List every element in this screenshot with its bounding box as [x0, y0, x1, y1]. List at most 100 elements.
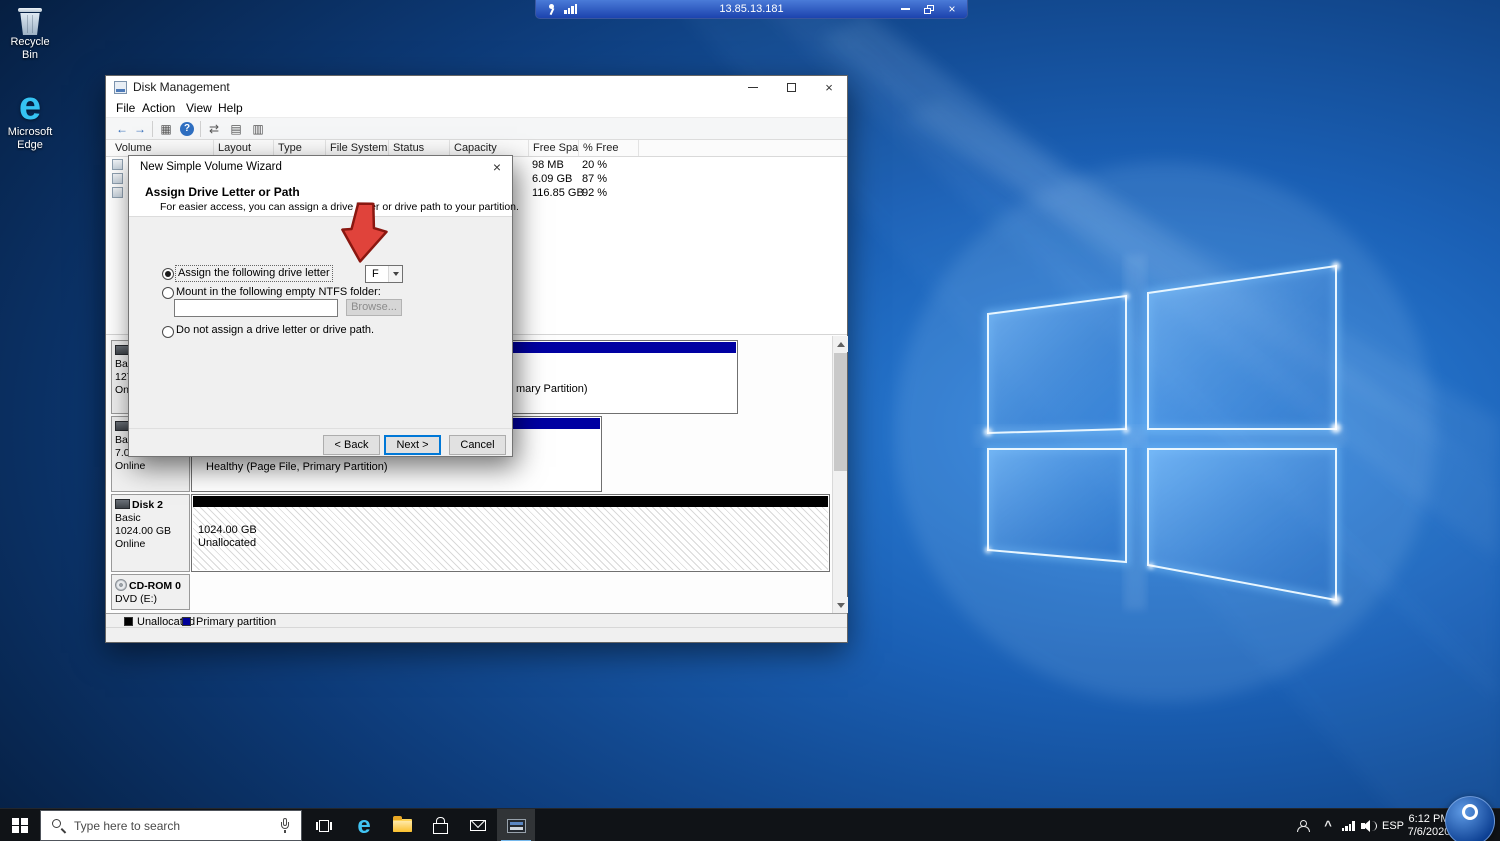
rdp-restore-button[interactable]: [919, 2, 939, 16]
task-view-button[interactable]: [304, 809, 344, 841]
disk-size: 1024.00 GB: [115, 525, 189, 538]
unallocated-strip: [193, 496, 828, 507]
disk2-unallocated-region[interactable]: 1024.00 GB Unallocated: [191, 494, 830, 572]
rdp-minimize-button[interactable]: [895, 2, 915, 16]
search-input[interactable]: [74, 819, 273, 833]
mount-path-input[interactable]: [174, 299, 338, 317]
col-volume[interactable]: Volume: [111, 140, 214, 156]
properties-icon[interactable]: ▤: [228, 121, 244, 137]
menu-help[interactable]: Help: [218, 101, 243, 115]
close-icon: ×: [825, 81, 833, 94]
unallocated-label: Unallocated: [198, 537, 256, 550]
people-icon: [1295, 820, 1309, 832]
col-free-space[interactable]: Free Spa...: [529, 140, 579, 156]
edge-icon: e: [357, 814, 370, 838]
desktop: Recycle Bin e Microsoft Edge 13.85.13.18…: [0, 0, 1500, 841]
chevron-down-icon[interactable]: [388, 266, 402, 282]
dialog-titlebar[interactable]: New Simple Volume Wizard ×: [129, 156, 512, 179]
disk-management-icon: [507, 819, 526, 833]
network-icon: [1342, 821, 1355, 831]
desktop-icon-microsoft-edge[interactable]: e Microsoft Edge: [2, 86, 58, 152]
window-maximize-button[interactable]: [772, 76, 810, 98]
disk-management-app-icon: [114, 81, 127, 94]
taskbar-store-button[interactable]: [421, 809, 459, 841]
menu-file[interactable]: File: [116, 101, 135, 115]
people-button[interactable]: [1288, 809, 1316, 841]
taskbar-disk-management-button[interactable]: [497, 809, 535, 841]
window-title: Disk Management: [133, 80, 230, 94]
network-button[interactable]: [1338, 809, 1358, 841]
rdp-close-button[interactable]: ×: [942, 2, 962, 16]
console-icon[interactable]: ▥: [250, 121, 266, 137]
pct-free-value: 87 %: [582, 173, 607, 185]
speaker-icon: [1361, 820, 1378, 832]
volume-icon: [112, 173, 123, 184]
edge-icon: e: [2, 86, 58, 126]
back-icon[interactable]: ←: [114, 121, 130, 137]
refresh-icon[interactable]: ⇄: [206, 121, 222, 137]
radio-mount-label[interactable]: Mount in the following empty NTFS folder…: [176, 286, 381, 299]
taskbar-search[interactable]: [40, 810, 302, 841]
browse-button[interactable]: Browse...: [346, 299, 402, 316]
mail-icon: [470, 820, 486, 831]
volume-icon: [112, 187, 123, 198]
forward-icon[interactable]: →: [132, 121, 148, 137]
radio-none-label[interactable]: Do not assign a drive letter or drive pa…: [176, 324, 374, 337]
menu-view[interactable]: View: [186, 101, 212, 115]
help-icon[interactable]: ?: [180, 122, 194, 136]
radio-mount-ntfs-folder[interactable]: [162, 287, 174, 299]
partition-status-text: mary Partition): [516, 383, 588, 396]
rdp-connection-bar[interactable]: 13.85.13.181 ×: [535, 0, 968, 19]
free-space-value: 98 MB: [532, 159, 564, 171]
taskbar-edge-button[interactable]: e: [345, 809, 383, 841]
status-bar: [106, 627, 847, 642]
taskbar-mail-button[interactable]: [459, 809, 497, 841]
scrollbar-thumb[interactable]: [834, 353, 847, 471]
task-view-icon: [316, 820, 332, 832]
cancel-button[interactable]: Cancel: [449, 435, 506, 455]
col-status[interactable]: Status: [389, 140, 450, 156]
recycle-bin-icon: [17, 6, 43, 36]
list-view-icon[interactable]: ▦: [158, 121, 174, 137]
partition-status-text: Healthy (Page File, Primary Partition): [206, 461, 388, 474]
scroll-down-button[interactable]: [833, 597, 848, 613]
watermark-bubble: [1445, 796, 1495, 841]
taskbar-file-explorer-button[interactable]: [383, 809, 421, 841]
wizard-description: For easier access, you can assign a driv…: [160, 201, 519, 214]
new-simple-volume-wizard-dialog: New Simple Volume Wizard × Assign Drive …: [128, 155, 513, 457]
radio-assign-label[interactable]: Assign the following drive letter: [176, 266, 332, 281]
drive-letter-value: F: [372, 268, 379, 280]
menu-action[interactable]: Action: [142, 101, 175, 115]
windows-logo-icon: [12, 818, 28, 834]
edge-label: Microsoft Edge: [2, 126, 58, 152]
desktop-icon-recycle-bin[interactable]: Recycle Bin: [4, 6, 56, 62]
bubble-ring-icon: [1462, 804, 1478, 820]
menu-bar: File Action View Help: [106, 98, 847, 118]
pane-scrollbar[interactable]: [832, 336, 847, 613]
dialog-close-button[interactable]: ×: [482, 156, 512, 179]
col-file-system[interactable]: File System: [326, 140, 389, 156]
radio-assign-drive-letter[interactable]: [162, 268, 174, 280]
back-button[interactable]: < Back: [323, 435, 380, 455]
col-pct-free[interactable]: % Free: [579, 140, 639, 156]
language-indicator[interactable]: ESP: [1380, 809, 1406, 841]
window-minimize-button[interactable]: [734, 76, 772, 98]
microphone-icon[interactable]: [279, 818, 291, 833]
col-capacity[interactable]: Capacity: [450, 140, 529, 156]
hidden-icons-button[interactable]: ^: [1318, 809, 1338, 841]
scroll-up-button[interactable]: [833, 336, 848, 352]
window-titlebar[interactable]: Disk Management ×: [106, 76, 847, 98]
col-layout[interactable]: Layout: [214, 140, 274, 156]
next-button[interactable]: Next >: [384, 435, 441, 455]
cdrom-info-cell[interactable]: CD-ROM 0 DVD (E:): [111, 574, 190, 610]
free-space-value: 6.09 GB: [532, 173, 572, 185]
disk-icon: [115, 499, 130, 509]
disk2-info-cell[interactable]: Disk 2 Basic 1024.00 GB Online: [111, 494, 190, 572]
radio-no-drive-letter[interactable]: [162, 326, 174, 338]
disk-status: Online: [115, 538, 189, 551]
col-type[interactable]: Type: [274, 140, 326, 156]
window-close-button[interactable]: ×: [810, 76, 848, 98]
start-button[interactable]: [0, 809, 40, 841]
volume-button[interactable]: [1358, 809, 1380, 841]
toolbar: ← → ▦ ? ⇄ ▤ ▥: [106, 118, 847, 140]
